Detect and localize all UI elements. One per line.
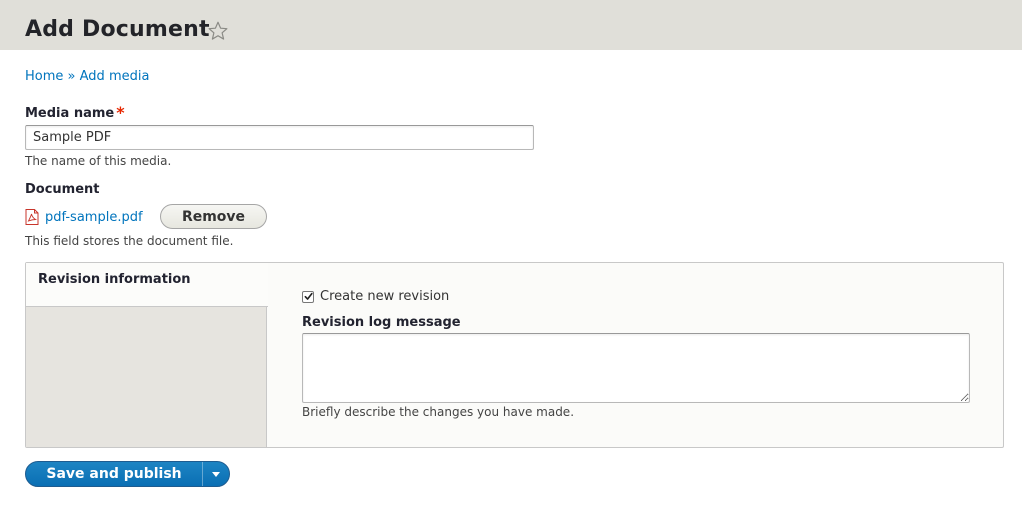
remove-button[interactable]: Remove (160, 204, 267, 229)
create-revision-label[interactable]: Create new revision (320, 289, 449, 304)
document-file-row: pdf-sample.pdf (25, 204, 143, 230)
create-revision-checkbox[interactable] (302, 290, 314, 303)
revision-log-label: Revision log message (302, 315, 461, 330)
save-split-button: Save and publish (25, 461, 230, 487)
vertical-tabs-menu: Revision information (26, 263, 268, 447)
breadcrumb-separator: » (67, 69, 76, 84)
page-header: Add Document (0, 0, 1022, 50)
tab-revision-information[interactable]: Revision information (26, 263, 268, 307)
tab-revision-information-label: Revision information (38, 272, 191, 287)
media-name-input[interactable] (25, 125, 534, 150)
document-description: This field stores the document file. (25, 234, 234, 248)
save-and-publish-button[interactable]: Save and publish (26, 462, 203, 486)
breadcrumb-current-link[interactable]: Add media (80, 69, 150, 84)
document-file-link[interactable]: pdf-sample.pdf (45, 210, 143, 225)
star-outline-icon[interactable] (207, 20, 229, 42)
media-name-label-text: Media name (25, 106, 115, 121)
page-title: Add Document (25, 17, 210, 42)
revision-vertical-tabs: Revision information Create new revision… (25, 262, 1004, 448)
checkmark-icon (304, 292, 313, 300)
document-label: Document (25, 182, 100, 197)
create-revision-row: Create new revision (302, 289, 449, 304)
media-name-description: The name of this media. (25, 154, 172, 168)
save-options-dropdown-toggle[interactable] (203, 462, 229, 486)
media-name-label: Media name * (25, 103, 125, 123)
caret-down-icon (212, 471, 220, 477)
required-marker: * (116, 103, 125, 122)
pdf-file-icon (25, 209, 39, 225)
revision-log-description: Briefly describe the changes you have ma… (302, 405, 575, 419)
revision-log-textarea[interactable] (302, 333, 970, 403)
breadcrumb-home-link[interactable]: Home (25, 69, 63, 84)
breadcrumb: Home » Add media (25, 68, 149, 86)
